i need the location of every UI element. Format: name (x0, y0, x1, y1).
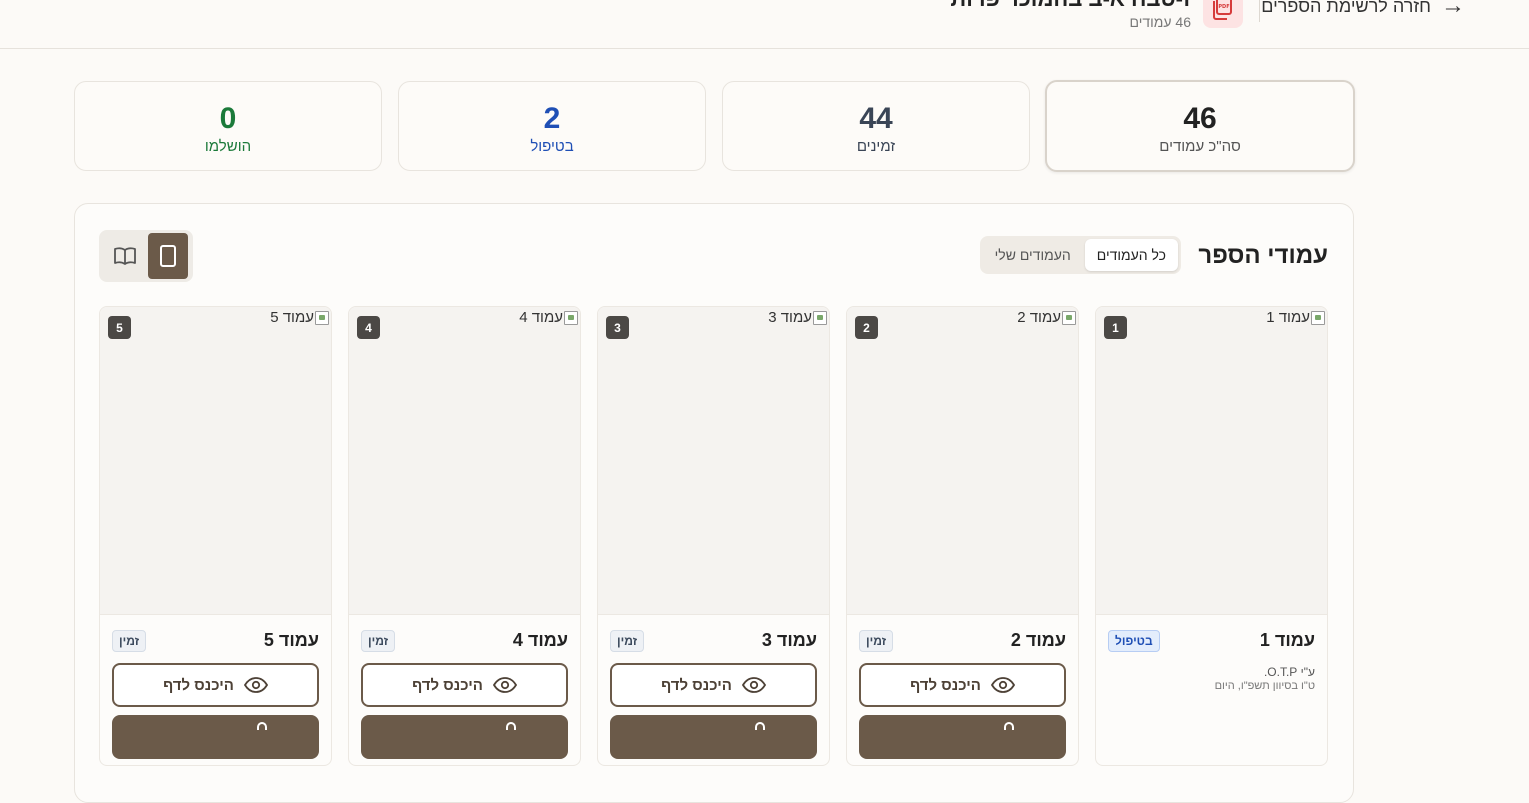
header-divider (1259, 0, 1260, 22)
eye-icon (741, 677, 766, 693)
page-card-2[interactable]: עמוד 2 2 עמוד 2 זמין היכנס לדף (846, 306, 1079, 766)
page-number-badge: 5 (108, 316, 131, 339)
stat-available-value: 44 (859, 102, 893, 135)
eye-icon (990, 677, 1015, 693)
eye-icon (243, 677, 268, 693)
status-badge: זמין (112, 630, 147, 652)
enter-page-button[interactable]: היכנס לדף (361, 663, 568, 707)
book-page-count: 46 עמודים (1129, 14, 1191, 30)
top-header: → חזרה לרשימת הספרים PDF ז-טבח א-ב בהמוכ… (0, 0, 1529, 49)
claim-page-button[interactable] (112, 715, 319, 759)
enter-page-button[interactable]: היכנס לדף (112, 663, 319, 707)
enter-page-label: היכנס לדף (910, 676, 981, 694)
page-card-3[interactable]: עמוד 3 3 עמוד 3 זמין היכנס לדף (597, 306, 830, 766)
back-to-books-link[interactable]: → חזרה לרשימת הספרים (1261, 0, 1465, 18)
broken-image-alt: עמוד 2 (1017, 309, 1076, 326)
lock-icon (755, 722, 765, 730)
svg-text:PDF: PDF (1218, 4, 1229, 10)
thumbnail-alt-text: עמוד 3 (768, 309, 812, 326)
broken-image-icon (1062, 310, 1076, 325)
page-number-badge: 1 (1104, 316, 1127, 339)
status-badge: זמין (361, 630, 396, 652)
page-number-badge: 3 (606, 316, 629, 339)
status-badge: בטיפול (1108, 630, 1160, 652)
thumbnail-alt-text: עמוד 5 (270, 309, 314, 326)
page-number-badge: 4 (357, 316, 380, 339)
broken-image-icon (1311, 310, 1325, 325)
broken-image-icon (315, 310, 329, 325)
stat-available-label: זמינים (856, 138, 896, 155)
single-page-view-button[interactable] (147, 233, 188, 279)
book-view-button[interactable] (105, 233, 145, 279)
panel-title: עמודי הספר (1198, 242, 1328, 269)
tab-my-pages[interactable]: העמודים שלי (983, 239, 1083, 271)
stat-card-in-progress[interactable]: 2 בטיפול (398, 81, 706, 171)
broken-image-alt: עמוד 4 (519, 309, 578, 326)
broken-image-icon (813, 310, 827, 325)
page-number-badge: 2 (855, 316, 878, 339)
thumbnail-alt-text: עמוד 2 (1017, 309, 1061, 326)
view-mode-toggle (99, 230, 193, 282)
page-thumbnail[interactable]: עמוד 1 1 (1096, 307, 1327, 615)
single-page-icon (159, 245, 176, 267)
lock-icon (506, 722, 516, 730)
stat-completed-label: הושלמו (204, 138, 252, 155)
book-title: ז-טבח א-ב בהמוכר פרות (950, 0, 1191, 12)
broken-image-alt: עמוד 3 (768, 309, 827, 326)
pdf-file-icon: PDF (1203, 0, 1243, 28)
page-thumbnail[interactable]: עמוד 5 5 (100, 307, 331, 615)
page-title: עמוד 1 (1259, 630, 1315, 650)
claim-page-button[interactable] (361, 715, 568, 759)
broken-image-alt: עמוד 5 (270, 309, 329, 326)
page-card-1[interactable]: עמוד 1 1 עמוד 1 בטיפול ע"י O.T.P. ט"ו בס… (1095, 306, 1328, 766)
eye-icon (492, 677, 517, 693)
lock-icon (257, 722, 267, 730)
broken-image-alt: עמוד 1 (1266, 309, 1325, 326)
stat-total-label: סה"כ עמודים (1159, 138, 1241, 155)
page-filter-tabs: כל העמודים העמודים שלי (979, 236, 1181, 274)
tab-all-pages[interactable]: כל העמודים (1084, 239, 1178, 271)
page-title: עמוד 2 (1010, 630, 1066, 650)
enter-page-label: היכנס לדף (163, 676, 234, 694)
claim-page-button[interactable] (859, 715, 1066, 759)
thumbnail-alt-text: עמוד 4 (519, 309, 563, 326)
page-card-4[interactable]: עמוד 4 4 עמוד 4 זמין היכנס לדף (348, 306, 581, 766)
stat-in-progress-value: 2 (543, 102, 561, 135)
page-thumbnail[interactable]: עמוד 3 3 (598, 307, 829, 615)
lock-icon (1004, 722, 1014, 730)
page-title: עמוד 4 (512, 630, 568, 650)
stat-card-available[interactable]: 44 זמינים (722, 81, 1030, 171)
page-thumbnail[interactable]: עמוד 4 4 (349, 307, 580, 615)
status-badge: זמין (859, 630, 894, 652)
back-link-label: חזרה לרשימת הספרים (1261, 0, 1431, 16)
assigned-date-text: ט"ו בסיוון תשפ"ו, היום (1214, 680, 1315, 692)
broken-image-icon (564, 310, 578, 325)
open-book-icon (113, 247, 136, 265)
page-thumbnail[interactable]: עמוד 2 2 (847, 307, 1078, 615)
status-badge: זמין (610, 630, 645, 652)
stat-total-value: 46 (1183, 102, 1217, 135)
assigned-to-text: ע"י O.T.P. (1263, 665, 1315, 679)
claim-page-button[interactable] (610, 715, 817, 759)
enter-page-button[interactable]: היכנס לדף (859, 663, 1066, 707)
enter-page-button[interactable]: היכנס לדף (610, 663, 817, 707)
stat-card-completed[interactable]: 0 הושלמו (74, 81, 382, 171)
page-title: עמוד 5 (263, 630, 319, 650)
stat-completed-value: 0 (219, 102, 237, 135)
stat-in-progress-label: בטיפול (530, 138, 574, 155)
enter-page-label: היכנס לדף (412, 676, 483, 694)
page-card-5[interactable]: עמוד 5 5 עמוד 5 זמין היכנס לדף (99, 306, 332, 766)
enter-page-label: היכנס לדף (661, 676, 732, 694)
arrow-right-icon: → (1441, 0, 1465, 19)
thumbnail-alt-text: עמוד 1 (1266, 309, 1310, 326)
page-title: עמוד 3 (761, 630, 817, 650)
stat-card-total[interactable]: 46 סה"כ עמודים (1045, 80, 1355, 172)
